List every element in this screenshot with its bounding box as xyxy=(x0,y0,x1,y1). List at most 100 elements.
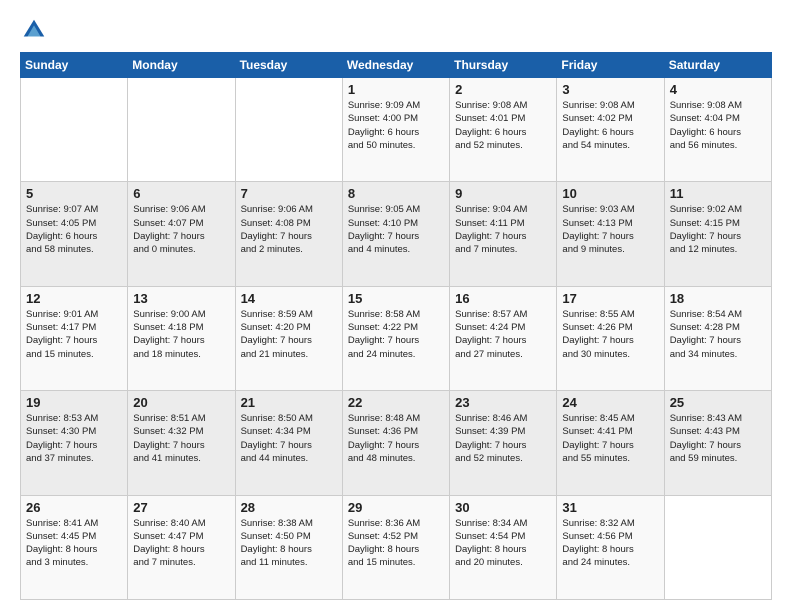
day-number: 24 xyxy=(562,395,658,410)
day-number: 28 xyxy=(241,500,337,515)
calendar-cell: 27 Sunrise: 8:40 AM Sunset: 4:47 PM Dayli… xyxy=(128,495,235,599)
day-info: Sunrise: 8:50 AM Sunset: 4:34 PM Dayligh… xyxy=(241,412,337,465)
day-info: Sunrise: 8:43 AM Sunset: 4:43 PM Dayligh… xyxy=(670,412,766,465)
day-info: Sunrise: 8:36 AM Sunset: 4:52 PM Dayligh… xyxy=(348,517,444,570)
day-info: Sunrise: 9:06 AM Sunset: 4:07 PM Dayligh… xyxy=(133,203,229,256)
day-number: 13 xyxy=(133,291,229,306)
day-number: 11 xyxy=(670,186,766,201)
day-number: 20 xyxy=(133,395,229,410)
day-number: 8 xyxy=(348,186,444,201)
day-info: Sunrise: 9:07 AM Sunset: 4:05 PM Dayligh… xyxy=(26,203,122,256)
day-number: 1 xyxy=(348,82,444,97)
calendar-cell: 12 Sunrise: 9:01 AM Sunset: 4:17 PM Dayli… xyxy=(21,286,128,390)
calendar-day-header: Saturday xyxy=(664,53,771,78)
calendar-cell: 10 Sunrise: 9:03 AM Sunset: 4:13 PM Dayli… xyxy=(557,182,664,286)
calendar-cell: 5 Sunrise: 9:07 AM Sunset: 4:05 PM Daylig… xyxy=(21,182,128,286)
day-number: 16 xyxy=(455,291,551,306)
calendar-cell: 7 Sunrise: 9:06 AM Sunset: 4:08 PM Daylig… xyxy=(235,182,342,286)
day-number: 5 xyxy=(26,186,122,201)
calendar-cell: 18Sunrise: 8:54 AM Sunset: 4:28 PM Dayli… xyxy=(664,286,771,390)
day-info: Sunrise: 9:08 AM Sunset: 4:02 PM Dayligh… xyxy=(562,99,658,152)
day-info: Sunrise: 9:00 AM Sunset: 4:18 PM Dayligh… xyxy=(133,308,229,361)
day-info: Sunrise: 9:03 AM Sunset: 4:13 PM Dayligh… xyxy=(562,203,658,256)
calendar-cell: 11 Sunrise: 9:02 AM Sunset: 4:15 PM Dayli… xyxy=(664,182,771,286)
calendar-cell xyxy=(128,78,235,182)
logo-icon xyxy=(20,16,48,44)
calendar-cell: 31 Sunrise: 8:32 AM Sunset: 4:56 PM Dayli… xyxy=(557,495,664,599)
day-number: 7 xyxy=(241,186,337,201)
day-info: Sunrise: 8:57 AM Sunset: 4:24 PM Dayligh… xyxy=(455,308,551,361)
day-info: Sunrise: 8:53 AM Sunset: 4:30 PM Dayligh… xyxy=(26,412,122,465)
day-info: Sunrise: 8:54 AM Sunset: 4:28 PM Dayligh… xyxy=(670,308,766,361)
calendar-cell: 19Sunrise: 8:53 AM Sunset: 4:30 PM Dayli… xyxy=(21,391,128,495)
calendar-cell: 16 Sunrise: 8:57 AM Sunset: 4:24 PM Dayli… xyxy=(450,286,557,390)
day-number: 3 xyxy=(562,82,658,97)
calendar-cell: 2Sunrise: 9:08 AM Sunset: 4:01 PM Daylig… xyxy=(450,78,557,182)
calendar-day-header: Friday xyxy=(557,53,664,78)
day-info: Sunrise: 8:38 AM Sunset: 4:50 PM Dayligh… xyxy=(241,517,337,570)
calendar-cell: 22 Sunrise: 8:48 AM Sunset: 4:36 PM Dayli… xyxy=(342,391,449,495)
day-info: Sunrise: 8:59 AM Sunset: 4:20 PM Dayligh… xyxy=(241,308,337,361)
calendar-cell: 6 Sunrise: 9:06 AM Sunset: 4:07 PM Daylig… xyxy=(128,182,235,286)
calendar-cell: 20 Sunrise: 8:51 AM Sunset: 4:32 PM Dayli… xyxy=(128,391,235,495)
day-info: Sunrise: 9:08 AM Sunset: 4:01 PM Dayligh… xyxy=(455,99,551,152)
day-number: 21 xyxy=(241,395,337,410)
calendar-cell: 8 Sunrise: 9:05 AM Sunset: 4:10 PM Daylig… xyxy=(342,182,449,286)
day-number: 6 xyxy=(133,186,229,201)
day-info: Sunrise: 8:58 AM Sunset: 4:22 PM Dayligh… xyxy=(348,308,444,361)
day-info: Sunrise: 8:34 AM Sunset: 4:54 PM Dayligh… xyxy=(455,517,551,570)
calendar-cell: 4 Sunrise: 9:08 AM Sunset: 4:04 PM Daylig… xyxy=(664,78,771,182)
day-info: Sunrise: 8:48 AM Sunset: 4:36 PM Dayligh… xyxy=(348,412,444,465)
page: SundayMondayTuesdayWednesdayThursdayFrid… xyxy=(0,0,792,612)
calendar-week-row: 12 Sunrise: 9:01 AM Sunset: 4:17 PM Dayli… xyxy=(21,286,772,390)
day-info: Sunrise: 8:51 AM Sunset: 4:32 PM Dayligh… xyxy=(133,412,229,465)
calendar-cell: 3 Sunrise: 9:08 AM Sunset: 4:02 PM Daylig… xyxy=(557,78,664,182)
day-number: 4 xyxy=(670,82,766,97)
day-info: Sunrise: 8:41 AM Sunset: 4:45 PM Dayligh… xyxy=(26,517,122,570)
day-number: 17 xyxy=(562,291,658,306)
day-info: Sunrise: 8:32 AM Sunset: 4:56 PM Dayligh… xyxy=(562,517,658,570)
day-info: Sunrise: 8:40 AM Sunset: 4:47 PM Dayligh… xyxy=(133,517,229,570)
day-number: 31 xyxy=(562,500,658,515)
day-number: 15 xyxy=(348,291,444,306)
day-info: Sunrise: 8:45 AM Sunset: 4:41 PM Dayligh… xyxy=(562,412,658,465)
calendar-cell: 21 Sunrise: 8:50 AM Sunset: 4:34 PM Dayli… xyxy=(235,391,342,495)
calendar-day-header: Monday xyxy=(128,53,235,78)
calendar-week-row: 1Sunrise: 9:09 AM Sunset: 4:00 PM Daylig… xyxy=(21,78,772,182)
calendar-week-row: 26 Sunrise: 8:41 AM Sunset: 4:45 PM Dayli… xyxy=(21,495,772,599)
calendar-cell xyxy=(21,78,128,182)
calendar-cell: 30Sunrise: 8:34 AM Sunset: 4:54 PM Dayli… xyxy=(450,495,557,599)
calendar-cell: 13 Sunrise: 9:00 AM Sunset: 4:18 PM Dayli… xyxy=(128,286,235,390)
day-info: Sunrise: 9:04 AM Sunset: 4:11 PM Dayligh… xyxy=(455,203,551,256)
day-number: 14 xyxy=(241,291,337,306)
logo xyxy=(20,16,52,44)
calendar-header-row: SundayMondayTuesdayWednesdayThursdayFrid… xyxy=(21,53,772,78)
day-number: 29 xyxy=(348,500,444,515)
day-number: 12 xyxy=(26,291,122,306)
calendar-cell: 23Sunrise: 8:46 AM Sunset: 4:39 PM Dayli… xyxy=(450,391,557,495)
day-info: Sunrise: 8:55 AM Sunset: 4:26 PM Dayligh… xyxy=(562,308,658,361)
day-info: Sunrise: 9:06 AM Sunset: 4:08 PM Dayligh… xyxy=(241,203,337,256)
calendar-cell: 9 Sunrise: 9:04 AM Sunset: 4:11 PM Daylig… xyxy=(450,182,557,286)
calendar-week-row: 19Sunrise: 8:53 AM Sunset: 4:30 PM Dayli… xyxy=(21,391,772,495)
day-number: 27 xyxy=(133,500,229,515)
calendar-week-row: 5 Sunrise: 9:07 AM Sunset: 4:05 PM Daylig… xyxy=(21,182,772,286)
calendar-cell: 29 Sunrise: 8:36 AM Sunset: 4:52 PM Dayli… xyxy=(342,495,449,599)
day-number: 22 xyxy=(348,395,444,410)
header xyxy=(20,16,772,44)
calendar-day-header: Sunday xyxy=(21,53,128,78)
calendar-table: SundayMondayTuesdayWednesdayThursdayFrid… xyxy=(20,52,772,600)
calendar-cell: 1Sunrise: 9:09 AM Sunset: 4:00 PM Daylig… xyxy=(342,78,449,182)
calendar-cell: 25 Sunrise: 8:43 AM Sunset: 4:43 PM Dayli… xyxy=(664,391,771,495)
day-info: Sunrise: 9:05 AM Sunset: 4:10 PM Dayligh… xyxy=(348,203,444,256)
calendar-cell: 24 Sunrise: 8:45 AM Sunset: 4:41 PM Dayli… xyxy=(557,391,664,495)
day-info: Sunrise: 9:02 AM Sunset: 4:15 PM Dayligh… xyxy=(670,203,766,256)
day-number: 9 xyxy=(455,186,551,201)
day-info: Sunrise: 9:08 AM Sunset: 4:04 PM Dayligh… xyxy=(670,99,766,152)
day-number: 10 xyxy=(562,186,658,201)
calendar-day-header: Tuesday xyxy=(235,53,342,78)
day-number: 25 xyxy=(670,395,766,410)
day-number: 26 xyxy=(26,500,122,515)
calendar-day-header: Wednesday xyxy=(342,53,449,78)
day-info: Sunrise: 9:01 AM Sunset: 4:17 PM Dayligh… xyxy=(26,308,122,361)
